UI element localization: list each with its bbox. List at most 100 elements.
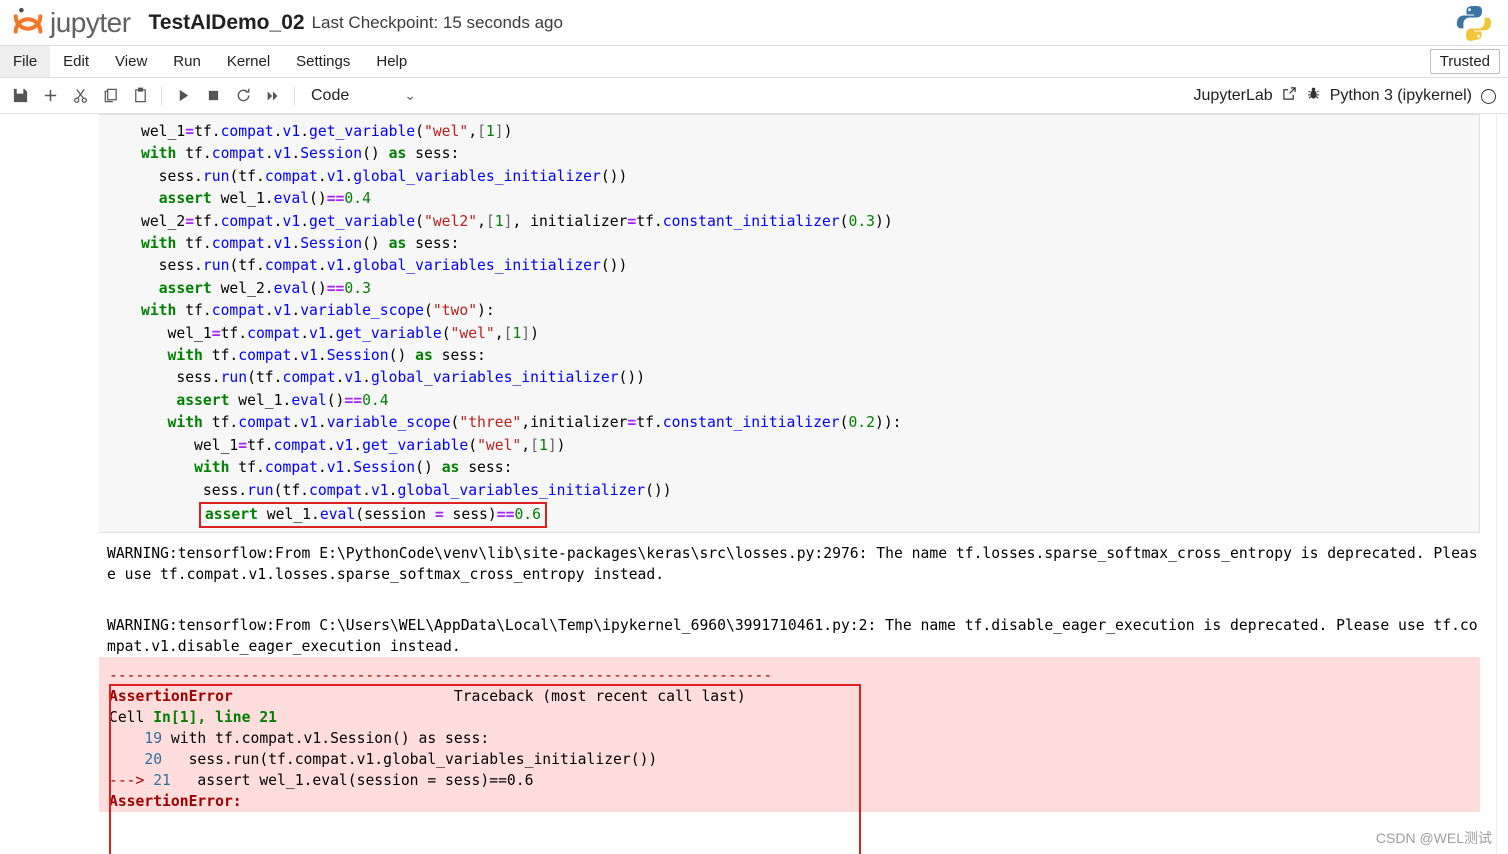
trusted-badge[interactable]: Trusted	[1429, 49, 1500, 74]
cell-type-dropdown[interactable]: Code ⌄	[311, 87, 416, 105]
code-token: )	[503, 123, 513, 140]
menu-item-settings[interactable]: Settings	[283, 46, 363, 77]
code-token: global_variables_initializer	[397, 481, 646, 499]
code-token: "wel2"	[424, 212, 478, 230]
code-token: ()	[362, 235, 389, 253]
interrupt-kernel-icon[interactable]	[198, 82, 228, 110]
kernel-name-label[interactable]: Python 3 (ipykernel)	[1330, 87, 1472, 105]
code-token: eval	[319, 505, 356, 523]
menu-item-file[interactable]: File	[0, 46, 51, 77]
code-token: ()	[415, 459, 442, 477]
notebook-title[interactable]: TestAIDemo_02	[149, 11, 305, 35]
jupyter-logo-icon[interactable]	[10, 4, 48, 42]
watermark-label: CSDN @WEL测试	[1375, 830, 1492, 846]
code-token: ]	[494, 123, 504, 140]
code-token: .	[317, 347, 327, 365]
code-token: .	[300, 212, 310, 230]
insert-cell-icon[interactable]	[35, 82, 65, 110]
code-token: ==	[326, 190, 345, 208]
code-token: ):	[477, 302, 495, 320]
copy-icon[interactable]	[95, 82, 125, 110]
code-token: .	[291, 414, 301, 432]
code-token: .	[362, 481, 371, 499]
menu-item-edit[interactable]: Edit	[50, 46, 102, 77]
code-token: v1	[344, 369, 363, 387]
code-token: assert	[176, 391, 230, 409]
menu-item-view[interactable]: View	[102, 46, 160, 77]
jupyter-wordmark: jupyter	[50, 6, 131, 38]
code-token: wel_1.	[229, 391, 292, 409]
code-token: tf.	[220, 324, 248, 342]
code-token: get_variable	[309, 212, 416, 230]
code-line: with tf.compat.v1.Session() as sess:	[141, 143, 1479, 165]
code-cell-input[interactable]: wel_1=tf.compat.v1.get_variable("wel",[1…	[99, 114, 1480, 534]
code-line: sess.run(tf.compat.v1.global_variables_i…	[141, 166, 1479, 188]
error-frame-arrow	[109, 730, 144, 747]
code-line: sess.run(tf.compat.v1.global_variables_i…	[141, 255, 1479, 277]
restart-kernel-icon[interactable]	[228, 82, 258, 110]
code-token: with	[194, 459, 230, 477]
code-token: as	[388, 145, 407, 163]
menu-item-run[interactable]: Run	[160, 46, 214, 77]
code-token: tf.	[202, 347, 239, 365]
error-frame-lineno: 20	[144, 751, 163, 769]
toolbar-divider-1	[161, 85, 162, 106]
run-cell-icon[interactable]	[168, 82, 198, 110]
top-bar: jupyter TestAIDemo_02 Last Checkpoint: 1…	[0, 0, 1508, 45]
paste-icon[interactable]	[125, 82, 155, 110]
code-token: wel_1.	[211, 190, 274, 208]
vertical-scrollbar[interactable]	[1496, 114, 1508, 854]
code-token: Session	[353, 459, 416, 477]
save-icon[interactable]	[5, 82, 35, 110]
code-token: sess.	[141, 167, 203, 185]
code-token: [	[485, 212, 495, 230]
error-frame-line: 20 sess.run(tf.compat.v1.global_variable…	[109, 749, 1480, 770]
code-token: eval	[273, 190, 310, 208]
code-token: compat	[264, 167, 318, 185]
code-token: "three"	[459, 414, 522, 432]
restart-run-all-icon[interactable]	[258, 82, 288, 110]
code-token: v1	[326, 257, 345, 275]
error-exception-name: AssertionError	[109, 688, 233, 706]
code-token: .	[326, 324, 336, 342]
code-token: .	[317, 257, 327, 275]
error-frame-code: sess.run(tf.compat.v1.global_variables_i…	[162, 751, 658, 769]
code-token: with	[167, 414, 203, 432]
code-line: wel_1=tf.compat.v1.get_variable("wel",[1…	[141, 435, 1479, 457]
menu-item-kernel[interactable]: Kernel	[214, 46, 283, 77]
code-editor[interactable]: wel_1=tf.compat.v1.get_variable("wel",[1…	[99, 121, 1479, 529]
code-token: (tf.	[229, 257, 265, 275]
code-token: .	[264, 302, 274, 320]
cut-icon[interactable]	[65, 82, 95, 110]
code-token: assert	[158, 279, 212, 297]
bug-icon[interactable]	[1306, 86, 1321, 106]
code-token: .	[317, 167, 327, 185]
error-separator-text: ----------------------------------------…	[109, 667, 773, 685]
code-token: global_variables_initializer	[353, 257, 601, 275]
error-cell-location: In[1], line 21	[153, 709, 278, 727]
stream-output-warning-1: WARNING:tensorflow:From E:\PythonCode\ve…	[107, 545, 1478, 584]
code-token: Session	[326, 347, 389, 365]
code-token: Session	[300, 145, 363, 163]
code-token: tf.	[194, 123, 221, 140]
code-line: assert wel_1.eval()==0.4	[141, 390, 1479, 412]
code-token: v1	[335, 436, 354, 454]
code-token: ())	[600, 167, 628, 185]
code-token: ))	[875, 212, 893, 230]
code-token: 1	[485, 123, 495, 140]
code-token: ())	[645, 481, 672, 499]
external-link-icon[interactable]	[1282, 86, 1297, 106]
code-token: ]	[521, 324, 531, 342]
code-token: get_variable	[309, 123, 416, 140]
menu-item-help[interactable]: Help	[363, 46, 420, 77]
code-token: (	[441, 324, 451, 342]
code-line-highlighted: assert wel_1.eval(session = sess)==0.6	[141, 501, 1479, 529]
code-token: eval	[291, 391, 327, 409]
jupyterlab-link-label[interactable]: JupyterLab	[1194, 87, 1273, 105]
kernel-status-icon[interactable]	[1481, 88, 1496, 104]
notebook-panel[interactable]: wel_1=tf.compat.v1.get_variable("wel",[1…	[0, 114, 1508, 854]
code-line: assert wel_2.eval()==0.3	[141, 278, 1479, 300]
